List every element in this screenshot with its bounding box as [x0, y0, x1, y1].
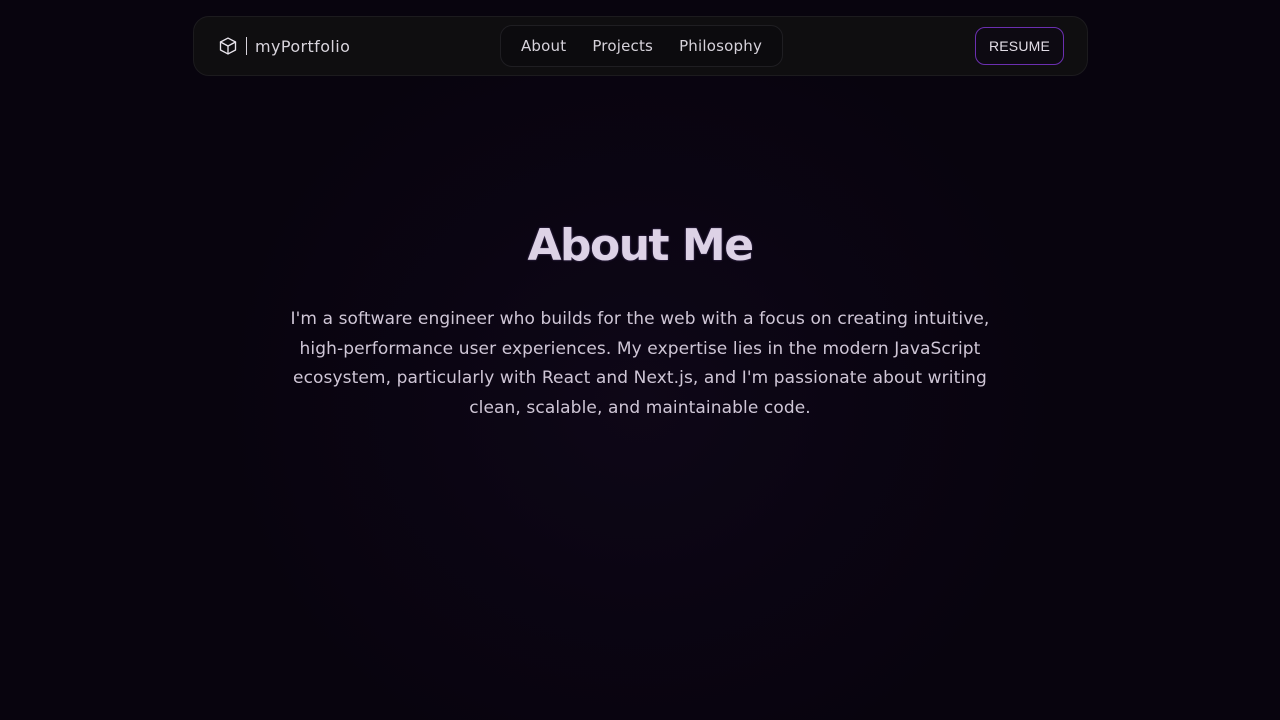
about-description: I'm a software engineer who builds for t…: [290, 309, 990, 418]
navbar: myPortfolio About Projects Philosophy RE…: [193, 16, 1088, 76]
brand-separator: [246, 37, 247, 55]
nav-link-philosophy[interactable]: Philosophy: [666, 37, 775, 55]
nav-link-projects[interactable]: Projects: [579, 37, 666, 55]
resume-button[interactable]: RESUME: [975, 27, 1064, 65]
brand-name: myPortfolio: [255, 36, 351, 56]
cube-icon: [218, 36, 238, 56]
page-title: About Me: [527, 220, 754, 271]
brand-logo[interactable]: myPortfolio: [218, 35, 350, 57]
nav-link-about[interactable]: About: [508, 37, 579, 55]
nav-links: About Projects Philosophy: [500, 25, 783, 67]
